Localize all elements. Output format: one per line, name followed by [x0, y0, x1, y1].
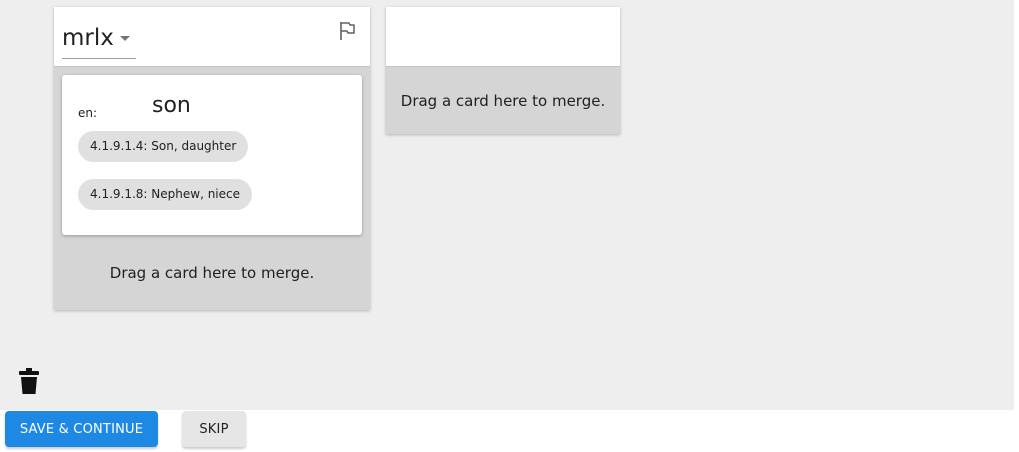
merge-column: mrlx en: son 4.1.9.1.4: Son, daughter 4.…: [54, 7, 370, 310]
column-header: [386, 7, 620, 67]
save-continue-button[interactable]: SAVE & CONTINUE: [5, 411, 158, 447]
gloss-text: son: [152, 93, 191, 118]
vernacular-select[interactable]: mrlx: [62, 24, 136, 59]
gloss-language: en:: [78, 106, 98, 120]
flag-icon[interactable]: [338, 21, 356, 41]
trash-icon[interactable]: [19, 368, 39, 394]
drop-zone-hint[interactable]: Drag a card here to merge.: [386, 92, 620, 110]
merge-column: Drag a card here to merge.: [386, 7, 620, 134]
semantic-domain-chip: 4.1.9.1.8: Nephew, niece: [78, 179, 252, 210]
drop-zone-hint[interactable]: Drag a card here to merge.: [54, 264, 370, 282]
skip-button[interactable]: SKIP: [182, 411, 246, 447]
semantic-domain-chip: 4.1.9.1.4: Son, daughter: [78, 131, 249, 162]
merge-workspace: mrlx en: son 4.1.9.1.4: Son, daughter 4.…: [0, 0, 1014, 410]
sense-card[interactable]: en: son 4.1.9.1.4: Son, daughter 4.1.9.1…: [62, 75, 362, 235]
column-header: mrlx: [54, 7, 370, 67]
vernacular-value: mrlx: [62, 25, 114, 51]
caret-down-icon: [119, 36, 130, 41]
